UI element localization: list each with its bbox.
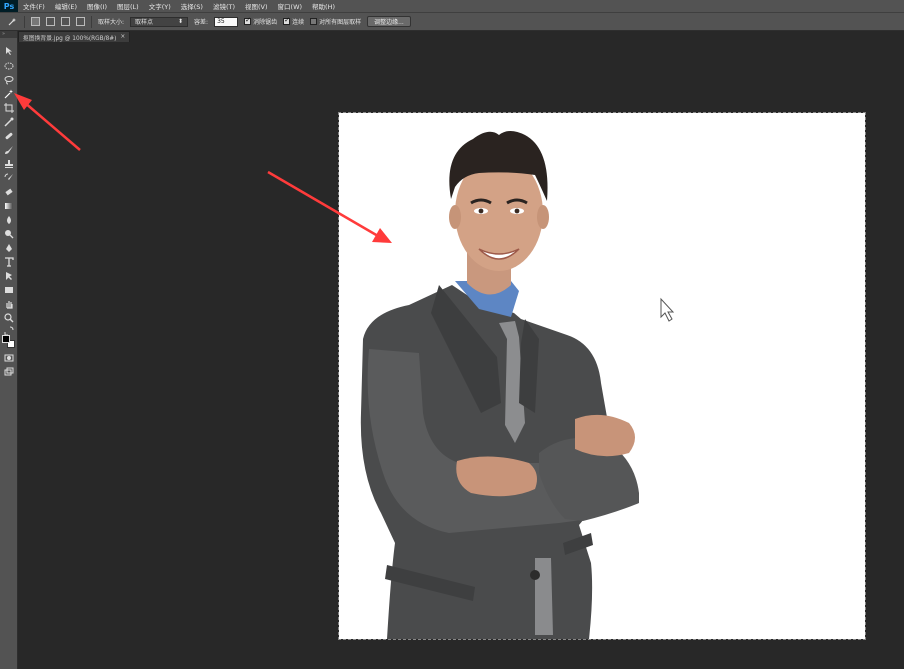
sample-all-layers-label: 对所有图层取样 xyxy=(319,19,362,26)
move-icon[interactable] xyxy=(2,45,16,57)
menu-window[interactable]: 窗口(W) xyxy=(273,1,308,11)
document-tabs: 抠图换背景.jpg @ 100%(RGB/8#) × xyxy=(18,31,131,42)
antialias-label: 消除锯齿 xyxy=(253,19,278,26)
left-pupil xyxy=(478,208,484,214)
pen-icon[interactable] xyxy=(2,242,16,254)
contiguous-checkbox[interactable]: 连续 xyxy=(283,16,305,26)
right-pupil xyxy=(514,208,520,214)
healing-icon[interactable] xyxy=(2,130,16,142)
eraser-icon[interactable] xyxy=(2,186,16,198)
screen-mode-icon[interactable] xyxy=(2,366,16,378)
menu-filter[interactable]: 滤镜(T) xyxy=(208,1,240,11)
close-icon[interactable]: × xyxy=(120,34,125,40)
magic-wand-preset-icon[interactable] xyxy=(6,16,18,28)
right-ear xyxy=(537,205,549,229)
rectangle-icon[interactable] xyxy=(2,284,16,296)
brush-icon[interactable] xyxy=(2,144,16,156)
stamp-icon[interactable] xyxy=(2,158,16,170)
checkbox-checked[interactable] xyxy=(283,16,291,25)
type-icon[interactable] xyxy=(2,256,16,268)
new-selection-button[interactable] xyxy=(31,17,40,26)
mouse-cursor-icon xyxy=(660,297,675,322)
options-bar: 取样大小: 取样点 ⬍ 容差: 35 消除锯齿 连续 对所有图层取样 调整边缘.… xyxy=(0,12,904,31)
checkbox-checked[interactable] xyxy=(244,16,252,25)
zoom-icon[interactable] xyxy=(2,312,16,324)
menu-edit[interactable]: 编辑(E) xyxy=(50,1,82,11)
document-canvas[interactable] xyxy=(338,112,866,640)
checkbox-unchecked[interactable] xyxy=(310,18,318,25)
dodge-icon[interactable] xyxy=(2,228,16,240)
document-title: 抠图换背景.jpg @ 100%(RGB/8#) xyxy=(23,35,117,42)
path-select-icon[interactable] xyxy=(2,270,16,282)
tolerance-label: 容差: xyxy=(194,19,209,26)
toolbox: » xyxy=(0,31,18,669)
menu-image[interactable]: 图像(I) xyxy=(82,1,112,11)
eyedropper-icon[interactable] xyxy=(2,116,16,128)
marquee-icon[interactable] xyxy=(2,60,16,72)
intersect-selection-button[interactable] xyxy=(76,17,85,26)
menu-layer[interactable]: 图层(L) xyxy=(112,1,144,11)
left-hand xyxy=(456,456,537,497)
document-tab[interactable]: 抠图换背景.jpg @ 100%(RGB/8#) × xyxy=(18,31,131,42)
history-brush-icon[interactable] xyxy=(2,172,16,184)
menu-file[interactable]: 文件(F) xyxy=(18,1,50,11)
chevron-down-icon: ⬍ xyxy=(178,18,184,25)
sample-size-select[interactable]: 取样点 ⬍ xyxy=(130,16,189,27)
lasso-icon[interactable] xyxy=(2,74,16,86)
separator xyxy=(91,15,92,28)
separator xyxy=(24,15,25,28)
foreground-color-swatch[interactable] xyxy=(2,335,10,343)
menu-view[interactable]: 视图(V) xyxy=(240,1,273,11)
jacket-button xyxy=(530,570,540,580)
subtract-selection-button[interactable] xyxy=(61,17,70,26)
sample-size-value: 取样点 xyxy=(135,19,154,26)
blur-icon[interactable] xyxy=(2,214,16,226)
photoshop-logo: Ps xyxy=(0,0,18,12)
left-ear xyxy=(449,205,461,229)
tie-lower xyxy=(535,558,553,635)
refine-edge-button[interactable]: 调整边缘... xyxy=(367,16,411,27)
gradient-icon[interactable] xyxy=(2,200,16,212)
sample-size-label: 取样大小: xyxy=(98,19,125,26)
menu-bar: Ps 文件(F) 编辑(E) 图像(I) 图层(L) 文字(Y) 选择(S) 滤… xyxy=(0,0,904,12)
right-hand xyxy=(575,414,635,457)
contiguous-label: 连续 xyxy=(292,19,305,26)
crop-icon[interactable] xyxy=(2,102,16,114)
antialias-checkbox[interactable]: 消除锯齿 xyxy=(244,16,278,26)
sample-all-layers-checkbox[interactable]: 对所有图层取样 xyxy=(310,17,361,26)
quick-mask-icon[interactable] xyxy=(2,352,16,364)
businessman-photo xyxy=(360,131,675,639)
toolbox-collapse-handle[interactable]: » xyxy=(0,31,17,38)
menu-type[interactable]: 文字(Y) xyxy=(144,1,176,11)
menu-select[interactable]: 选择(S) xyxy=(176,1,208,11)
hand-icon[interactable] xyxy=(2,298,16,310)
arrow-to-magic-wand-icon xyxy=(14,93,81,151)
add-selection-button[interactable] xyxy=(46,17,55,26)
tolerance-input[interactable]: 35 xyxy=(214,16,239,27)
magic-wand-icon[interactable] xyxy=(2,88,16,100)
menu-help[interactable]: 帮助(H) xyxy=(307,1,340,11)
